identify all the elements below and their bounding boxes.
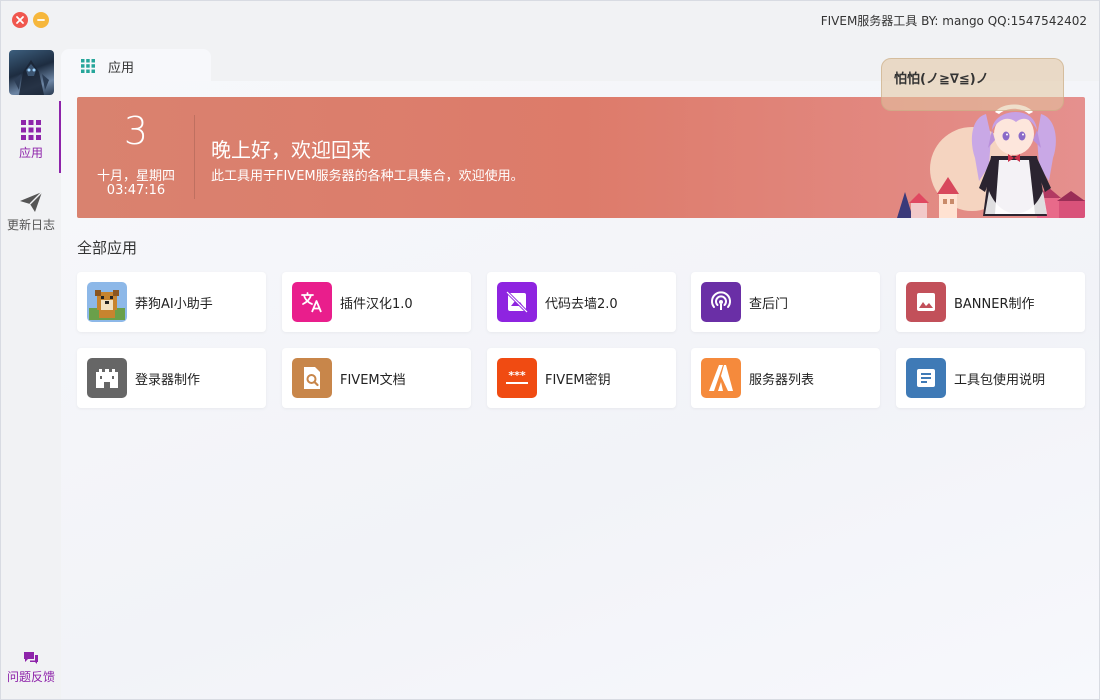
app-card-label: 服务器列表 bbox=[749, 373, 815, 388]
grid-icon bbox=[81, 59, 95, 73]
feedback-button[interactable]: 问题反馈 bbox=[1, 651, 61, 691]
sidebar-item-label: 应用 bbox=[18, 146, 43, 160]
date-block: 3 十月，星期四 03:47:16 bbox=[77, 97, 195, 218]
app-card-label: 莽狗AI小助手 bbox=[135, 297, 213, 312]
svg-text:***: *** bbox=[508, 370, 526, 382]
window-title: FIVEM服务器工具 BY: mango QQ:1547542402 bbox=[820, 14, 1087, 28]
article-icon bbox=[906, 358, 946, 398]
app-card-label: 插件汉化1.0 bbox=[340, 297, 413, 312]
app-card-toolkit-guide[interactable]: 工具包使用说明 bbox=[896, 348, 1085, 408]
sidebar-item-label: 更新日志 bbox=[6, 218, 55, 232]
clock-time: 03:47:16 bbox=[106, 183, 166, 198]
app-card-banner-maker[interactable]: BANNER制作 bbox=[896, 272, 1085, 332]
date-weekday: 十月，星期四 bbox=[96, 169, 175, 184]
minimize-button[interactable] bbox=[33, 12, 49, 28]
sidebar: 应用 更新日志 问题反馈 bbox=[1, 41, 61, 699]
doc-search-icon bbox=[292, 358, 332, 398]
title-bar: FIVEM服务器工具 BY: mango QQ:1547542402 bbox=[1, 1, 1099, 41]
speech-bubble-text: 怕怕(ノ≧∇≦)ノ bbox=[894, 72, 989, 87]
app-card-label: FIVEM密钥 bbox=[545, 373, 611, 388]
app-card-label: 工具包使用说明 bbox=[954, 373, 1046, 388]
greeting: 晚上好，欢迎回来 bbox=[211, 138, 371, 162]
paper-plane-icon bbox=[20, 191, 43, 212]
chat-icon bbox=[24, 652, 38, 664]
section-title: 全部应用 bbox=[77, 239, 138, 257]
app-card-fivem-key[interactable]: *** FIVEM密钥 bbox=[487, 348, 676, 408]
app-card-server-list[interactable]: 服务器列表 bbox=[691, 348, 880, 408]
app-card-label: BANNER制作 bbox=[954, 297, 1035, 312]
minimize-icon bbox=[37, 19, 45, 21]
app-card-plugin-translate[interactable]: 插件汉化1.0 bbox=[282, 272, 471, 332]
app-card-label: 代码去墙2.0 bbox=[545, 297, 618, 312]
app-card-label: FIVEM文档 bbox=[340, 373, 406, 388]
app-card-backdoor-check[interactable]: 查后门 bbox=[691, 272, 880, 332]
app-card-ai-assistant[interactable]: 莽狗AI小助手 bbox=[77, 272, 266, 332]
close-button[interactable] bbox=[12, 12, 28, 28]
sidebar-item-apps[interactable]: 应用 bbox=[1, 101, 61, 175]
castle-icon bbox=[87, 358, 127, 398]
app-card-code-unblock[interactable]: 代码去墙2.0 bbox=[487, 272, 676, 332]
app-card-label: 查后门 bbox=[749, 297, 789, 312]
mascot-character bbox=[971, 104, 1056, 216]
avatar-image bbox=[14, 60, 49, 95]
sidebar-item-changelog[interactable]: 更新日志 bbox=[1, 191, 61, 241]
fivem-logo-icon bbox=[701, 358, 741, 398]
close-icon bbox=[16, 16, 24, 24]
app-card-launcher-maker[interactable]: 登录器制作 bbox=[77, 348, 266, 408]
feedback-label: 问题反馈 bbox=[6, 670, 55, 684]
divider bbox=[194, 115, 195, 199]
tab-apps[interactable]: 应用 bbox=[61, 49, 211, 82]
greeting-subtitle: 此工具用于FIVEM服务器的各种工具集合，欢迎使用。 bbox=[211, 169, 524, 184]
date-day: 3 bbox=[123, 109, 149, 153]
avatar[interactable] bbox=[9, 50, 54, 95]
app-card-fivem-docs[interactable]: FIVEM文档 bbox=[282, 348, 471, 408]
pixel-dog-icon bbox=[87, 282, 127, 322]
grid-icon bbox=[21, 120, 41, 140]
speech-bubble: 怕怕(ノ≧∇≦)ノ bbox=[881, 58, 1064, 111]
password-icon: *** bbox=[497, 358, 537, 398]
tab-label: 应用 bbox=[108, 61, 135, 76]
app-window: FIVEM服务器工具 BY: mango QQ:1547542402 应用 更新… bbox=[0, 0, 1100, 700]
app-card-label: 登录器制作 bbox=[135, 373, 201, 388]
image-icon bbox=[906, 282, 946, 322]
translate-icon bbox=[292, 282, 332, 322]
no-image-icon bbox=[497, 282, 537, 322]
broadcast-icon bbox=[701, 282, 741, 322]
